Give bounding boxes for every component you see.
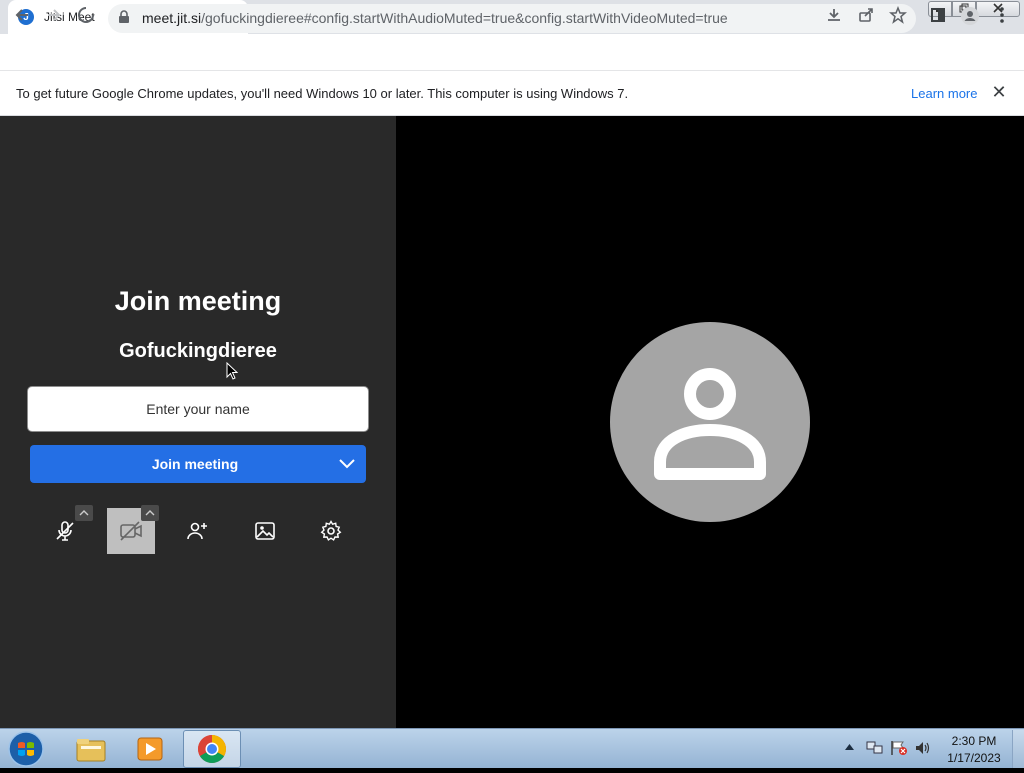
image-icon[interactable] <box>241 508 289 554</box>
room-name: Gofuckingdieree <box>119 340 277 362</box>
browser-toolbar <box>0 34 1024 71</box>
clock-date[interactable]: 1/17/2023 <box>936 751 1012 765</box>
taskbar-chrome-icon[interactable] <box>183 730 241 768</box>
volume-icon[interactable] <box>914 740 932 756</box>
loading-spinner-icon[interactable] <box>74 6 98 30</box>
lock-icon[interactable] <box>118 10 132 26</box>
download-icon[interactable] <box>822 6 846 30</box>
name-input[interactable] <box>28 387 368 431</box>
show-desktop-button[interactable] <box>1012 730 1024 768</box>
forward-arrow-icon[interactable] <box>42 6 66 30</box>
gear-icon[interactable] <box>307 508 355 554</box>
mic-options-caret-icon[interactable] <box>75 505 93 521</box>
bookmark-star-icon[interactable] <box>886 5 910 30</box>
add-person-icon[interactable] <box>173 508 221 554</box>
chevron-down-icon[interactable] <box>328 445 366 483</box>
infobar-message: To get future Google Chrome updates, you… <box>16 86 629 101</box>
url-path: /gofuckingdieree#config.startWithAudioMu… <box>201 10 728 26</box>
url-text[interactable]: meet.jit.si/gofuckingdieree#config.start… <box>142 10 782 28</box>
url-host: meet.jit.si <box>142 10 202 26</box>
side-panel-icon[interactable] <box>926 6 950 30</box>
person-icon <box>654 368 766 480</box>
kebab-menu-icon[interactable] <box>990 6 1014 30</box>
windows-start-button[interactable] <box>6 730 46 768</box>
share-icon[interactable] <box>854 6 878 30</box>
infobar-close-icon[interactable]: ✕ <box>990 82 1008 104</box>
taskbar-explorer-icon[interactable] <box>62 730 120 768</box>
profile-avatar-icon[interactable] <box>958 6 982 30</box>
avatar <box>610 322 810 522</box>
page-title: Join meeting <box>114 286 282 316</box>
clock-time[interactable]: 2:30 PM <box>936 734 1012 748</box>
join-meeting-label: Join meeting <box>151 456 239 472</box>
learn-more-link[interactable]: Learn more <box>911 86 977 101</box>
tray-expand-icon[interactable] <box>845 742 854 752</box>
back-arrow-icon[interactable] <box>10 6 34 30</box>
mouse-cursor-icon <box>226 361 239 380</box>
action-center-flag-icon[interactable] <box>890 740 908 756</box>
taskbar-media-player-icon[interactable] <box>121 730 179 768</box>
network-icon[interactable] <box>866 740 884 756</box>
camera-options-caret-icon[interactable] <box>141 505 159 521</box>
join-meeting-button[interactable]: Join meeting <box>30 445 366 483</box>
